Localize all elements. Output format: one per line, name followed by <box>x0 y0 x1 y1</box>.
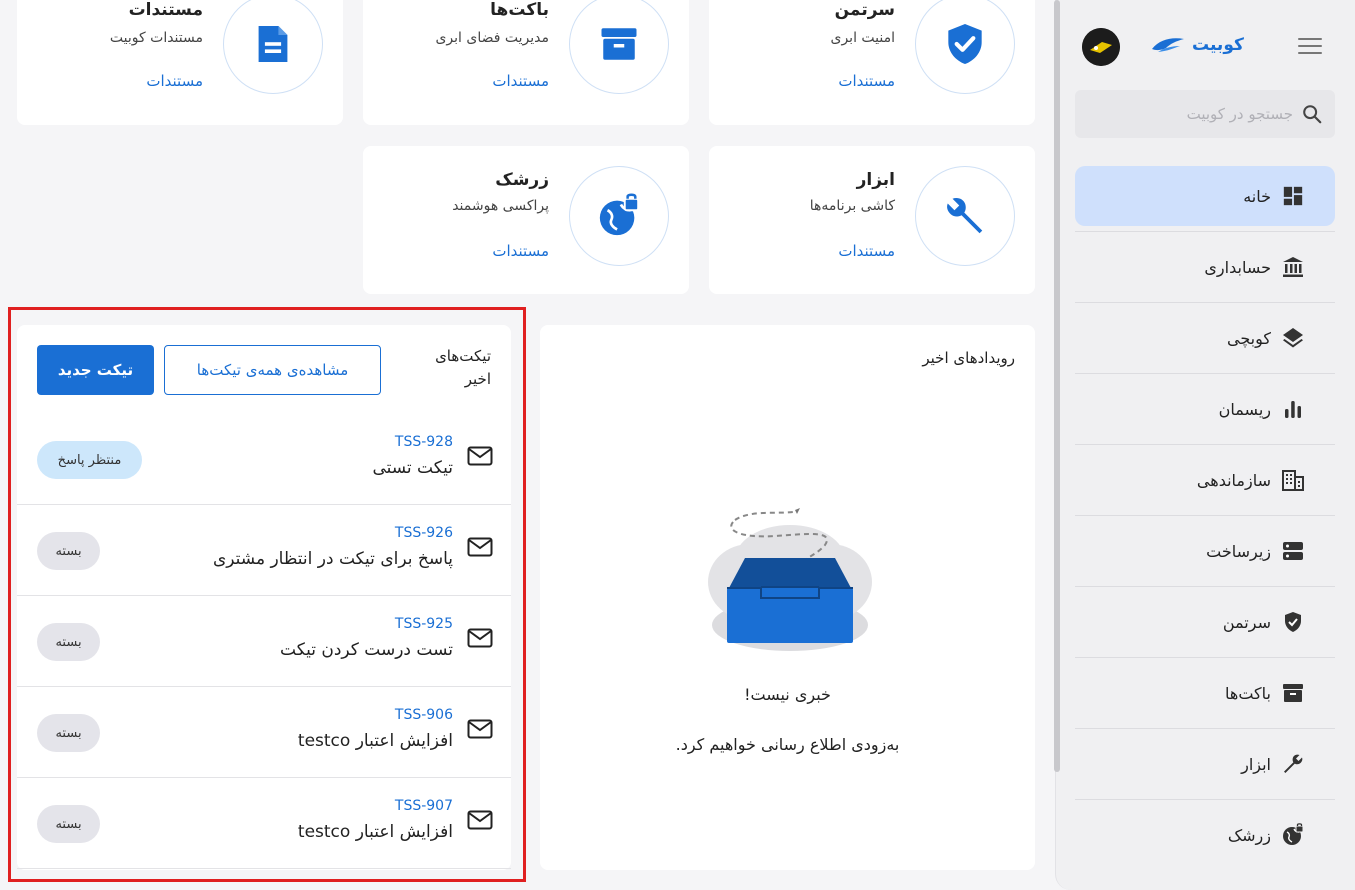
avatar[interactable] <box>1082 28 1120 66</box>
empty-state-subtitle: به‌زودی اطلاع رسانی خواهیم کرد. <box>675 735 900 754</box>
card-title: باکت‌ها <box>490 0 549 20</box>
card-icon-circle <box>915 166 1015 266</box>
shield-check-icon <box>948 24 982 64</box>
sidebar-item-label: زیرساخت <box>1206 541 1271 561</box>
product-card-sartaman[interactable]: سرتمن امنیت ابری مستندات <box>709 0 1035 125</box>
layers-icon <box>1281 326 1305 350</box>
globe-lock-icon <box>599 193 640 236</box>
document-icon <box>258 26 288 62</box>
card-subtitle: مستندات کوبیت <box>109 30 203 46</box>
shield-icon <box>1281 610 1305 634</box>
sidebar-item-label: حسابداری <box>1204 257 1271 277</box>
brand-logo[interactable]: کوبیت <box>1150 30 1244 60</box>
card-docs-link[interactable]: مستندات <box>838 242 895 260</box>
search-box[interactable] <box>1075 90 1335 138</box>
card-icon-circle <box>569 166 669 266</box>
sidebar-item-sartaman[interactable]: سرتمن <box>1075 586 1335 657</box>
recent-events-panel: رویدادهای اخیر خبری نیست! به‌زودی اطلاع … <box>540 325 1035 870</box>
card-docs-link[interactable]: مستندات <box>492 72 549 90</box>
card-docs-link[interactable]: مستندات <box>838 72 895 90</box>
wrench-icon <box>1281 752 1305 776</box>
menu-toggle-button[interactable] <box>1298 38 1322 54</box>
bar-chart-icon <box>1281 397 1305 421</box>
product-card-tools[interactable]: ابزار کاشی برنامه‌ها مستندات <box>709 146 1035 294</box>
sidebar-item-label: ابزار <box>1241 754 1271 774</box>
card-subtitle: کاشی برنامه‌ها <box>809 198 895 214</box>
product-card-buckets[interactable]: باکت‌ها مدیریت فضای ابری مستندات <box>363 0 689 125</box>
product-card-docs[interactable]: مستندات مستندات کوبیت مستندات <box>17 0 343 125</box>
card-subtitle: پراکسی هوشمند <box>452 198 549 214</box>
card-subtitle: مدیریت فضای ابری <box>435 30 549 46</box>
building-icon <box>1281 468 1305 492</box>
card-title: ابزار <box>856 170 895 190</box>
sidebar-item-tools[interactable]: ابزار <box>1075 728 1335 799</box>
sidebar-item-label: خانه <box>1243 186 1271 206</box>
dashboard-icon <box>1281 184 1305 208</box>
product-card-zereshk[interactable]: زرشک پراکسی هوشمند مستندات <box>363 146 689 294</box>
archive-icon <box>1281 681 1305 705</box>
search-input[interactable] <box>1093 105 1293 123</box>
card-title: مستندات <box>128 0 203 20</box>
highlight-frame <box>8 307 526 882</box>
brand-wing-icon <box>1152 38 1184 52</box>
archive-icon <box>601 28 637 60</box>
sidebar-item-label: ریسمان <box>1218 399 1271 419</box>
card-icon-circle <box>915 0 1015 94</box>
card-icon-circle <box>223 0 323 94</box>
card-docs-link[interactable]: مستندات <box>146 72 203 90</box>
sidebar-item-zereshk[interactable]: زرشک <box>1075 799 1335 870</box>
scrollbar[interactable] <box>1054 0 1060 772</box>
sidebar-item-home[interactable]: خانه <box>1075 166 1335 226</box>
sidebar-item-infrastructure[interactable]: زیرساخت <box>1075 515 1335 586</box>
sidebar-item-accounting[interactable]: حسابداری <box>1075 231 1335 302</box>
bank-icon <box>1281 255 1305 279</box>
card-title: زرشک <box>495 170 549 190</box>
card-title: سرتمن <box>834 0 895 20</box>
sidebar-item-koobchi[interactable]: کوبچی <box>1075 302 1335 373</box>
search-icon <box>1303 105 1322 124</box>
sidebar-item-label: سرتمن <box>1222 612 1271 632</box>
wrench-icon <box>947 198 983 234</box>
server-icon <box>1281 539 1305 563</box>
empty-inbox-illustration <box>708 508 872 651</box>
sidebar-item-label: کوبچی <box>1227 328 1271 348</box>
sidebar-item-label: سازماندهی <box>1196 470 1271 490</box>
brand-name: کوبیت <box>1192 35 1244 55</box>
sidebar-item-label: باکت‌ها <box>1225 683 1271 703</box>
sidebar-item-label: زرشک <box>1227 825 1271 845</box>
card-icon-circle <box>569 0 669 94</box>
globe-lock-icon <box>1281 823 1305 847</box>
sidebar-item-buckets[interactable]: باکت‌ها <box>1075 657 1335 728</box>
sidebar-item-risman[interactable]: ریسمان <box>1075 373 1335 444</box>
events-title: رویدادهای اخیر <box>922 349 1015 367</box>
sidebar-nav: خانه حسابداری کوبچی ریسمان سازماندهی زیر… <box>1075 160 1335 870</box>
empty-state-title: خبری نیست! <box>744 685 831 704</box>
card-subtitle: امنیت ابری <box>830 30 895 46</box>
card-docs-link[interactable]: مستندات <box>492 242 549 260</box>
sidebar-item-organization[interactable]: سازماندهی <box>1075 444 1335 515</box>
